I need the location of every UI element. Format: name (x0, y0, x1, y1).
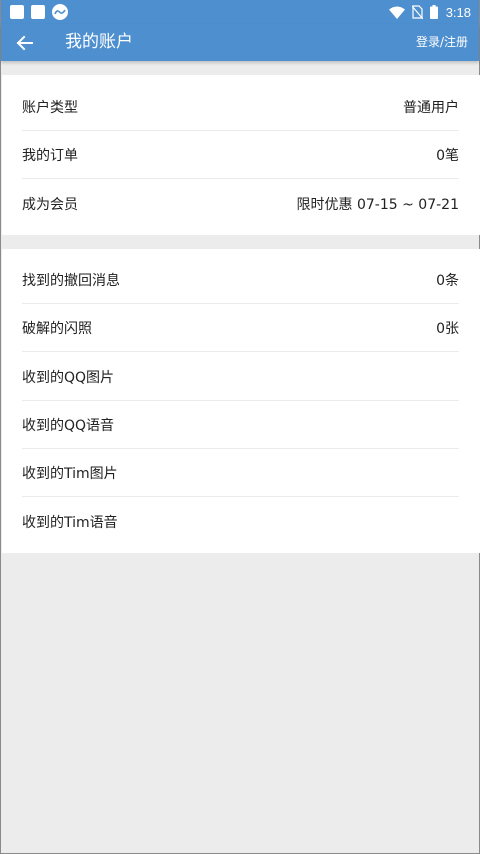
tim-images-row[interactable]: 收到的Tim图片 (22, 449, 459, 497)
row-value: 普通用户 (403, 99, 459, 116)
become-member-row[interactable]: 成为会员 限时优惠 07-15 ~ 07-21 (22, 180, 459, 228)
wifi-icon (388, 6, 405, 19)
page-title: 我的账户 (65, 32, 133, 52)
row-label: 账户类型 (22, 99, 78, 116)
row-value: 0张 (436, 320, 459, 337)
row-label: 收到的Tim图片 (22, 465, 118, 482)
system-status: 3:18 (382, 3, 471, 21)
row-label: 我的订单 (22, 147, 78, 164)
qq-voice-row[interactable]: 收到的QQ语音 (22, 401, 459, 449)
account-type-row[interactable]: 账户类型 普通用户 (22, 83, 459, 131)
flash-photos-row[interactable]: 破解的闪照 0张 (22, 304, 459, 352)
notification-square-icon (31, 5, 45, 19)
row-label: 收到的QQ图片 (22, 369, 115, 386)
app-logo-icon (52, 4, 68, 20)
arrow-left-icon (16, 35, 33, 51)
row-label: 收到的QQ语音 (22, 417, 115, 434)
row-label: 找到的撤回消息 (22, 272, 120, 289)
records-section: 找到的撤回消息 0条 破解的闪照 0张 收到的QQ图片 收到的QQ语音 收到的T… (2, 249, 480, 553)
row-value: 0笔 (436, 147, 459, 164)
account-section: 账户类型 普通用户 我的订单 0笔 成为会员 限时优惠 07-15 ~ 07-2… (2, 75, 480, 235)
tim-voice-row[interactable]: 收到的Tim语音 (22, 498, 459, 546)
clock: 3:18 (445, 4, 471, 20)
row-label: 收到的Tim语音 (22, 515, 118, 531)
no-sim-icon (411, 5, 423, 19)
row-label: 破解的闪照 (22, 320, 92, 337)
status-bar: 3:18 (1, 0, 479, 24)
login-register-button[interactable]: 登录/注册 (416, 34, 468, 50)
my-orders-row[interactable]: 我的订单 0笔 (22, 131, 459, 179)
notification-icons (10, 4, 68, 20)
row-value: 0条 (436, 272, 459, 289)
battery-icon (429, 5, 438, 19)
qq-images-row[interactable]: 收到的QQ图片 (22, 353, 459, 401)
row-label: 成为会员 (22, 197, 78, 213)
app-bar: 我的账户 登录/注册 (1, 24, 479, 61)
row-value: 限时优惠 07-15 ~ 07-21 (296, 197, 459, 213)
back-button[interactable] (13, 31, 37, 55)
notification-square-icon (10, 5, 24, 19)
recalled-messages-row[interactable]: 找到的撤回消息 0条 (22, 256, 459, 304)
